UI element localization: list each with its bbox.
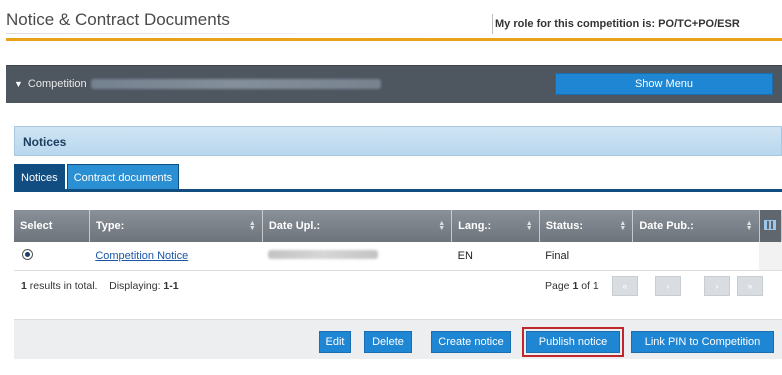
- title-underline-fade: [6, 33, 486, 34]
- column-header-date-upl[interactable]: Date Upl.: ▲ ▼: [262, 210, 453, 242]
- tab-notices[interactable]: Notices: [14, 164, 65, 190]
- tab-underline: [14, 189, 782, 192]
- column-header-type[interactable]: Type: ▲ ▼: [89, 210, 263, 242]
- create-notice-button[interactable]: Create notice: [431, 331, 511, 353]
- sort-icon: ▲ ▼: [438, 220, 446, 232]
- notices-panel-title: Notices: [14, 126, 782, 156]
- column-header-label: Date Upl.:: [268, 220, 321, 232]
- column-header-date-pub[interactable]: Date Pub.: ▲ ▼: [632, 210, 760, 242]
- page-of: of 1: [581, 280, 599, 292]
- sort-icon: ▲ ▼: [745, 220, 753, 232]
- notices-table: Select Type: ▲ ▼ Date Upl.: ▲ ▼ Lang.: ▲ ▼ Sta…: [14, 210, 782, 272]
- prev-page-button[interactable]: ‹: [655, 276, 681, 296]
- column-header-label: Select: [20, 220, 53, 232]
- results-count: 1: [21, 280, 27, 292]
- competition-bar: ▼ Competition Show Menu: [6, 65, 782, 103]
- results-suffix: results in total.: [29, 280, 98, 292]
- page-title: Notice & Contract Documents: [6, 10, 230, 29]
- sort-icon: ▲ ▼: [525, 220, 533, 232]
- chevron-down-icon: ▼: [14, 79, 23, 89]
- results-summary: 1 results in total. Displaying: 1-1: [21, 280, 179, 292]
- edit-button[interactable]: Edit: [319, 331, 351, 353]
- table-header-row: Select Type: ▲ ▼ Date Upl.: ▲ ▼ Lang.: ▲ ▼ Sta…: [14, 210, 782, 242]
- column-header-label: Lang.:: [458, 220, 492, 232]
- row-empty-cell: [759, 242, 782, 272]
- row-lang-cell: EN: [451, 242, 540, 272]
- column-header-label: Type:: [95, 220, 125, 232]
- row-type-cell: Competition Notice: [89, 242, 263, 272]
- pagination-bar: 1 results in total. Displaying: 1-1 Page…: [14, 270, 782, 300]
- grid-columns-icon: [764, 219, 777, 230]
- page-indicator: Page 1 of 1: [545, 280, 599, 292]
- next-page-button[interactable]: ›: [704, 276, 730, 296]
- publish-notice-button[interactable]: Publish notice: [522, 327, 624, 357]
- competition-label: Competition: [27, 78, 87, 90]
- first-page-button[interactable]: «: [612, 276, 638, 296]
- header-rule: [6, 38, 782, 41]
- column-header-select: Select: [14, 210, 90, 242]
- row-radio-button[interactable]: [22, 249, 33, 261]
- date-uploaded-redacted: [268, 250, 379, 260]
- page-prefix: Page: [545, 280, 570, 292]
- competition-toggle[interactable]: ▼ Competition: [14, 78, 381, 90]
- sort-icon: ▲ ▼: [248, 220, 256, 232]
- column-header-label: Date Pub.:: [639, 220, 694, 232]
- tab-bar: Notices Contract documents: [14, 164, 181, 190]
- competition-name-redacted: [90, 79, 381, 89]
- row-date-upl-cell: [262, 242, 452, 272]
- displaying-range: 1-1: [163, 280, 179, 292]
- column-chooser-icon[interactable]: [759, 210, 782, 242]
- sort-icon: ▲ ▼: [619, 220, 627, 232]
- competition-notice-link[interactable]: Competition Notice: [95, 250, 188, 262]
- column-header-label: Status:: [545, 220, 583, 232]
- link-pin-button[interactable]: Link PIN to Competition: [631, 331, 774, 353]
- row-status-cell: Final: [539, 242, 633, 272]
- column-header-status[interactable]: Status: ▲ ▼: [539, 210, 634, 242]
- row-date-pub-cell: [632, 242, 760, 272]
- tab-contract-documents[interactable]: Contract documents: [66, 164, 180, 190]
- delete-button[interactable]: Delete: [364, 331, 412, 353]
- column-header-lang[interactable]: Lang.: ▲ ▼: [451, 210, 540, 242]
- page-current: 1: [572, 280, 579, 292]
- role-divider: [492, 14, 493, 34]
- table-row[interactable]: Competition Notice EN Final: [14, 242, 782, 272]
- notices-panel: Notices Notices Contract documents Selec…: [14, 126, 782, 359]
- show-menu-button[interactable]: Show Menu: [555, 73, 773, 95]
- role-text: My role for this competition is: PO/TC+P…: [495, 18, 740, 30]
- displaying-label: Displaying:: [109, 280, 161, 292]
- action-bar: Edit Delete Create notice Publish notice…: [14, 319, 782, 359]
- last-page-button[interactable]: »: [737, 276, 763, 296]
- row-select-cell: [14, 242, 90, 272]
